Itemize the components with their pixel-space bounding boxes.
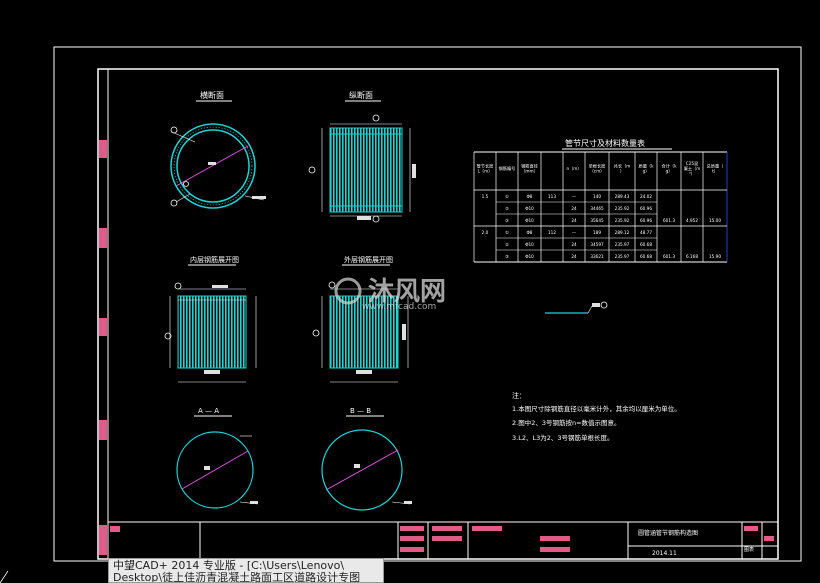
- section-side-view: [308, 114, 416, 223]
- table-cell: 35645: [590, 218, 604, 223]
- table-header-cell: 单根长度（cm）: [589, 163, 607, 174]
- table-cell: Φ10: [525, 242, 534, 247]
- table-cell: 60.68: [640, 254, 652, 259]
- table-header-cell: n（m）: [566, 166, 581, 171]
- tooltip-line-2: Desktop\徒上佳沥青混凝土路面工区道路设计专图: [113, 571, 361, 583]
- table-cell: 189: [593, 230, 601, 235]
- table-cell: 34465: [590, 206, 604, 211]
- table-cell: 112: [548, 230, 556, 235]
- table-header-cell: 合计（k g）: [662, 163, 678, 174]
- drawing-title: 圆管涵管节钢筋构造图: [638, 529, 698, 537]
- table-cell: 33621: [590, 254, 604, 259]
- table-cell: —: [572, 230, 576, 235]
- table-cell: Φ10: [525, 206, 534, 211]
- cad-drawing: 圆管涵管节钢筋构造图 2014.11 图表 横断面 纵断面 内层钢筋展开图 外层…: [0, 46, 802, 583]
- table-header-cell: 质量（k g）: [639, 163, 655, 174]
- cad-viewport[interactable]: 圆管涵管节钢筋构造图 2014.11 图表 横断面 纵断面 内层钢筋展开图 外层…: [0, 0, 820, 583]
- table-cell: 235.97: [615, 242, 630, 247]
- table-header-cell: 总质量（ t）: [707, 163, 724, 174]
- view-title-outer-unfold: 外层钢筋展开图: [344, 255, 393, 264]
- table-cell: 113: [548, 194, 556, 199]
- table-cell: —: [572, 194, 576, 199]
- table-cell: 60.96: [640, 218, 652, 223]
- note-line-3: 3.L2、L3为2、3号钢筋单根长度。: [512, 433, 614, 442]
- table-cell: 601.3: [663, 254, 675, 259]
- table-cell: 235.97: [615, 254, 630, 259]
- table-cell: 60.96: [640, 206, 652, 211]
- table-cell: 24: [571, 242, 577, 247]
- table-cell: 24: [571, 206, 577, 211]
- section-circle-view: [170, 123, 266, 209]
- table-cell: Φ8: [527, 194, 533, 199]
- note-line-1: 1.本图尺寸除钢筋直径以毫米计外，其余均以厘米为单位。: [512, 404, 681, 413]
- ucs-icon: [0, 570, 9, 583]
- table-cell: Φ10: [525, 218, 534, 223]
- table-cell: 24.02: [640, 194, 652, 199]
- table-title: 管节尺寸及材料数量表: [565, 138, 645, 148]
- table-header-cell: 钢筋编号: [499, 165, 516, 172]
- table-cell: 1.5: [482, 194, 489, 199]
- table-cell: 48.77: [640, 230, 652, 235]
- table-cell: ③: [505, 254, 509, 259]
- table-cell: ②: [505, 206, 509, 211]
- table-cell: 24: [571, 218, 577, 223]
- cut-b-view: [321, 429, 412, 511]
- view-title-inner-unfold: 内层钢筋展开图: [190, 255, 239, 264]
- table-cell: 2.0: [482, 230, 489, 235]
- table-cell: ①: [505, 194, 509, 199]
- table-cell: 15.90: [709, 254, 721, 259]
- sheet-label: 图表: [744, 546, 754, 553]
- table-cell: ③: [505, 218, 509, 223]
- table-cell: 15.00: [709, 218, 721, 223]
- table-cell: 235.92: [615, 206, 630, 211]
- table-cell: 601.3: [663, 218, 675, 223]
- cut-a-view: [176, 431, 259, 509]
- table-cell: ②: [505, 242, 509, 247]
- table-header-cell: 共长（m）: [614, 163, 631, 174]
- notes-heading: 注：: [512, 391, 526, 400]
- table-cell: 289.43: [615, 194, 630, 199]
- table-cell: 140: [593, 194, 601, 199]
- table-cell: 24: [571, 254, 577, 259]
- view-title-section-circle: 横断面: [200, 90, 224, 100]
- table-header-cell: C25混凝土（m ³）: [684, 160, 701, 176]
- drawing-date: 2014.11: [652, 550, 677, 557]
- view-title-cut-a: A — A: [198, 407, 219, 415]
- view-title-cut-b: B — B: [350, 407, 371, 415]
- note-line-2: 2.图中2、3号钢筋按n=数值示图意。: [512, 418, 621, 427]
- table-cell: 235.92: [615, 218, 630, 223]
- watermark-url: www.mfcad.com: [362, 302, 436, 312]
- table-cell: 6.168: [686, 254, 698, 259]
- table-cell: Φ8: [527, 230, 533, 235]
- table-cell: 60.68: [640, 242, 652, 247]
- table-header-cell: 管节长度 L（m）: [477, 163, 495, 174]
- table-cell: Φ10: [525, 254, 534, 259]
- table-cell: 34597: [590, 242, 604, 247]
- detail-leader: [545, 301, 608, 314]
- table-header-cell: 钢筋直径（mm）: [521, 163, 538, 174]
- table-cell: 4.952: [686, 218, 698, 223]
- material-table: 管节长度 L（m） 钢筋编号 钢筋直径（mm） n（m） 单根长度（cm） 共长（m ） 质量（…: [473, 151, 728, 263]
- inner-unfold-view: [164, 282, 257, 383]
- binding-strip-marks: [99, 140, 107, 555]
- window-title-tooltip: 中望CAD+ 2014 专业版 - [C:\Users\Lenovo\ Desk…: [108, 558, 384, 583]
- view-title-section-side: 纵断面: [349, 90, 373, 100]
- table-cell: ①: [505, 230, 509, 235]
- table-cell: 289.12: [615, 230, 630, 235]
